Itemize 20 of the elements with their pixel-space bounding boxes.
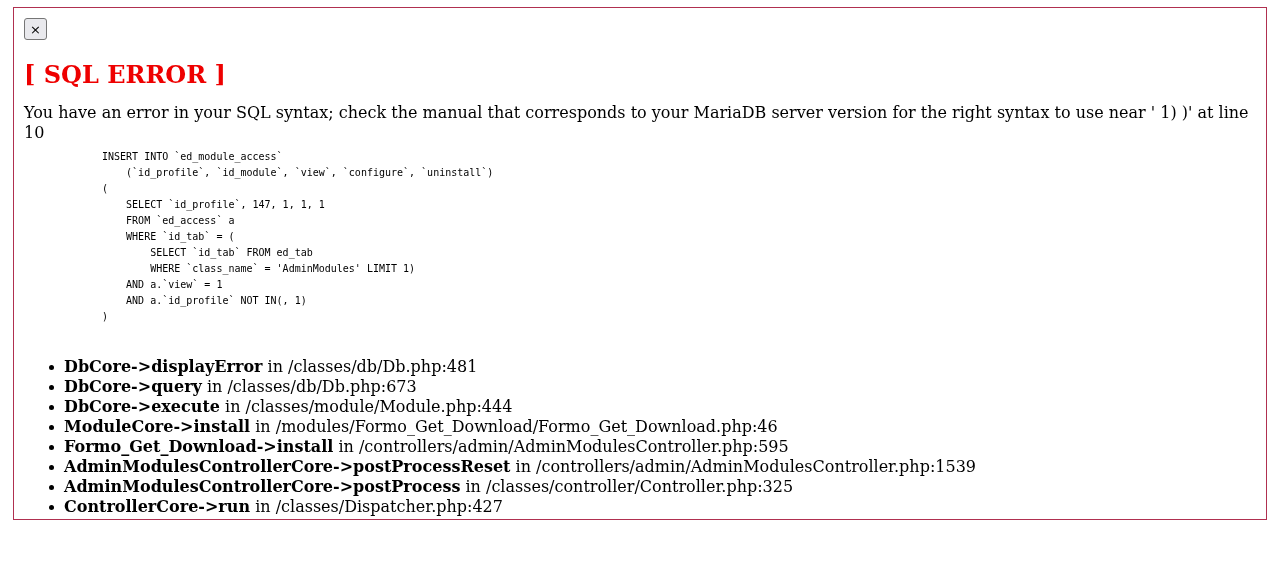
stack-frame: AdminModulesControllerCore->postProcess in /classes/controller/Controller.php:325	[64, 477, 794, 497]
close-button[interactable]: ×	[24, 18, 47, 40]
stack-frame: DbCore->query in /classes/db/Db.php:673	[64, 377, 417, 397]
stack-frame: DbCore->displayError in /classes/db/Db.php:481	[64, 357, 478, 377]
bullet-icon	[49, 424, 54, 430]
error-message: You have an error in your SQL syntax; check the manual that corresponds to your MariaDB server version for the right syntax to use near ' 1) )' at line 10	[24, 103, 1250, 143]
stack-frame: ControllerCore->run in /classes/Dispatcher.php:427	[64, 497, 503, 517]
stack-frame: ModuleCore->install in /modules/Formo_Get_Download/Formo_Get_Download.php:46	[64, 417, 778, 437]
sql-query: INSERT INTO `ed_module_access` (`id_profile`, `id_module`, `view`, `configure`, `uninstall`) ( SELECT `id_profile`, 147, 1, 1, 1 FROM `ed_access` a WHERE `id_tab` = ( SELECT `id_tab` FROM ed_tab WHERE `class_name` = 'AdminModules' LIMIT 1) AND a.`view` = 1 AND a.`id_profile` NOT IN(, 1) )	[102, 150, 494, 324]
bullet-icon	[49, 484, 54, 490]
stack-frame: Formo_Get_Download->install in /controllers/admin/AdminModulesController.php:595	[64, 437, 789, 457]
stack-frame: DbCore->execute in /classes/module/Module.php:444	[64, 397, 513, 417]
stack-frame: AdminModulesControllerCore->postProcessReset in /controllers/admin/AdminModulesController.php:1539	[64, 457, 976, 477]
bullet-icon	[49, 504, 54, 510]
error-title: [ SQL ERROR ]	[24, 60, 226, 90]
bullet-icon	[49, 384, 54, 390]
bullet-icon	[49, 364, 54, 370]
bullet-icon	[49, 444, 54, 450]
bullet-icon	[49, 404, 54, 410]
bullet-icon	[49, 464, 54, 470]
